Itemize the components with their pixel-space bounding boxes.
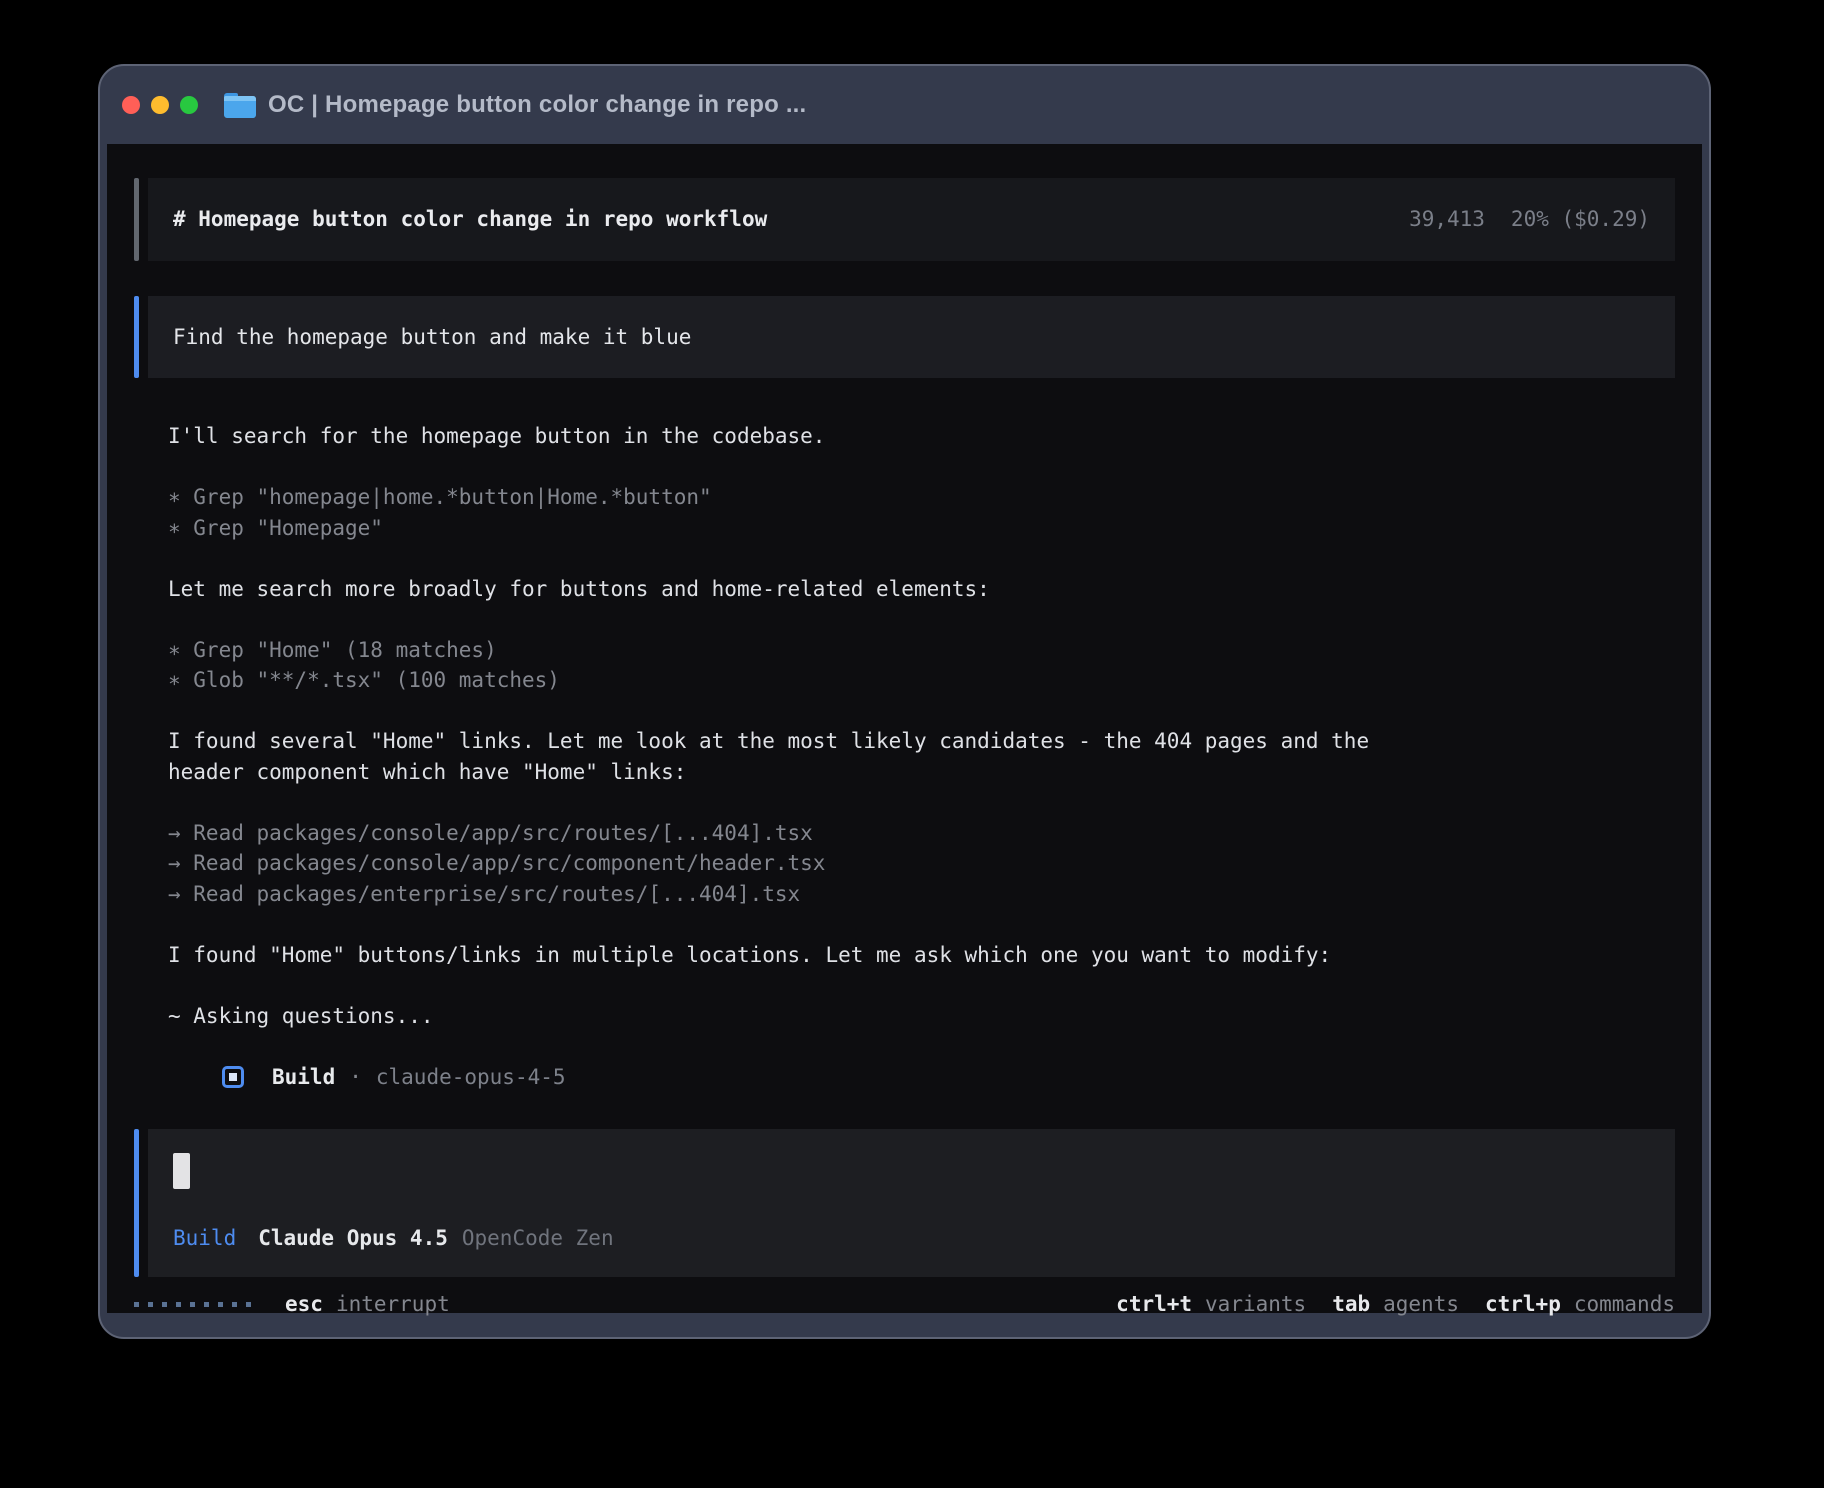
context-cost: 20% ($0.29) <box>1511 204 1650 235</box>
hint-interrupt: esc interrupt <box>285 1289 450 1320</box>
hint-variants: ctrl+t variants <box>1116 1289 1306 1320</box>
ctrl-p-key: ctrl+p <box>1485 1289 1561 1320</box>
traffic-lights <box>122 96 198 114</box>
working-spinner <box>134 1302 251 1307</box>
text-cursor <box>173 1153 190 1189</box>
esc-key: esc <box>285 1289 323 1320</box>
assistant-text: I found several "Home" links. Let me loo… <box>168 726 1675 787</box>
build-agent-icon <box>222 1066 244 1088</box>
close-button[interactable] <box>122 96 140 114</box>
tool-call-read: → Read packages/console/app/src/routes/[… <box>168 818 1675 910</box>
minimize-button[interactable] <box>151 96 169 114</box>
user-message-bar <box>134 296 139 379</box>
agent-status-row: Build · claude-opus-4-5 <box>222 1062 1675 1093</box>
terminal-content: # Homepage button color change in repo w… <box>107 144 1702 1313</box>
user-message-text: Find the homepage button and make it blu… <box>148 296 1675 379</box>
hint-commands: ctrl+p commands <box>1485 1289 1675 1320</box>
mode-label[interactable]: Build <box>173 1223 236 1254</box>
input-status-line: Build Claude Opus 4.5 OpenCode Zen <box>173 1223 1650 1254</box>
token-count: 39,413 <box>1409 204 1485 235</box>
terminal-window: OC | Homepage button color change in rep… <box>98 64 1711 1339</box>
input-left-bar <box>134 1129 139 1278</box>
tool-call-grep-glob: ∗ Grep "Home" (18 matches) ∗ Glob "**/*.… <box>168 635 1675 696</box>
assistant-text: Let me search more broadly for buttons a… <box>168 574 1675 605</box>
session-header: # Homepage button color change in repo w… <box>134 178 1675 261</box>
provider-name: OpenCode Zen <box>462 1223 614 1254</box>
zoom-button[interactable] <box>180 96 198 114</box>
session-title: # Homepage button color change in repo w… <box>173 204 767 235</box>
window-title: OC | Homepage button color change in rep… <box>268 91 806 119</box>
session-stats: 39,413 20% ($0.29) <box>1409 204 1650 235</box>
prompt-input[interactable]: Build Claude Opus 4.5 OpenCode Zen <box>134 1129 1675 1278</box>
titlebar[interactable]: OC | Homepage button color change in rep… <box>100 66 1709 144</box>
ctrl-t-key: ctrl+t <box>1116 1289 1192 1320</box>
agent-model: claude-opus-4-5 <box>376 1062 566 1093</box>
hint-agents: tab agents <box>1332 1289 1459 1320</box>
asking-questions-status: ~ Asking questions... <box>168 1001 1675 1032</box>
agent-separator: · <box>349 1062 362 1093</box>
tab-key: tab <box>1332 1289 1370 1320</box>
assistant-text: I found "Home" buttons/links in multiple… <box>168 940 1675 971</box>
folder-icon <box>224 93 256 118</box>
header-left-bar <box>134 178 139 261</box>
model-name[interactable]: Claude Opus 4.5 <box>258 1223 448 1254</box>
assistant-text: I'll search for the homepage button in t… <box>168 421 1675 452</box>
agent-name: Build <box>272 1062 335 1093</box>
assistant-response: I'll search for the homepage button in t… <box>168 421 1675 1093</box>
status-bar: esc interrupt ctrl+t variants tab agents… <box>134 1289 1675 1319</box>
user-message: Find the homepage button and make it blu… <box>134 296 1675 379</box>
tool-call-grep: ∗ Grep "homepage|home.*button|Home.*butt… <box>168 482 1675 543</box>
